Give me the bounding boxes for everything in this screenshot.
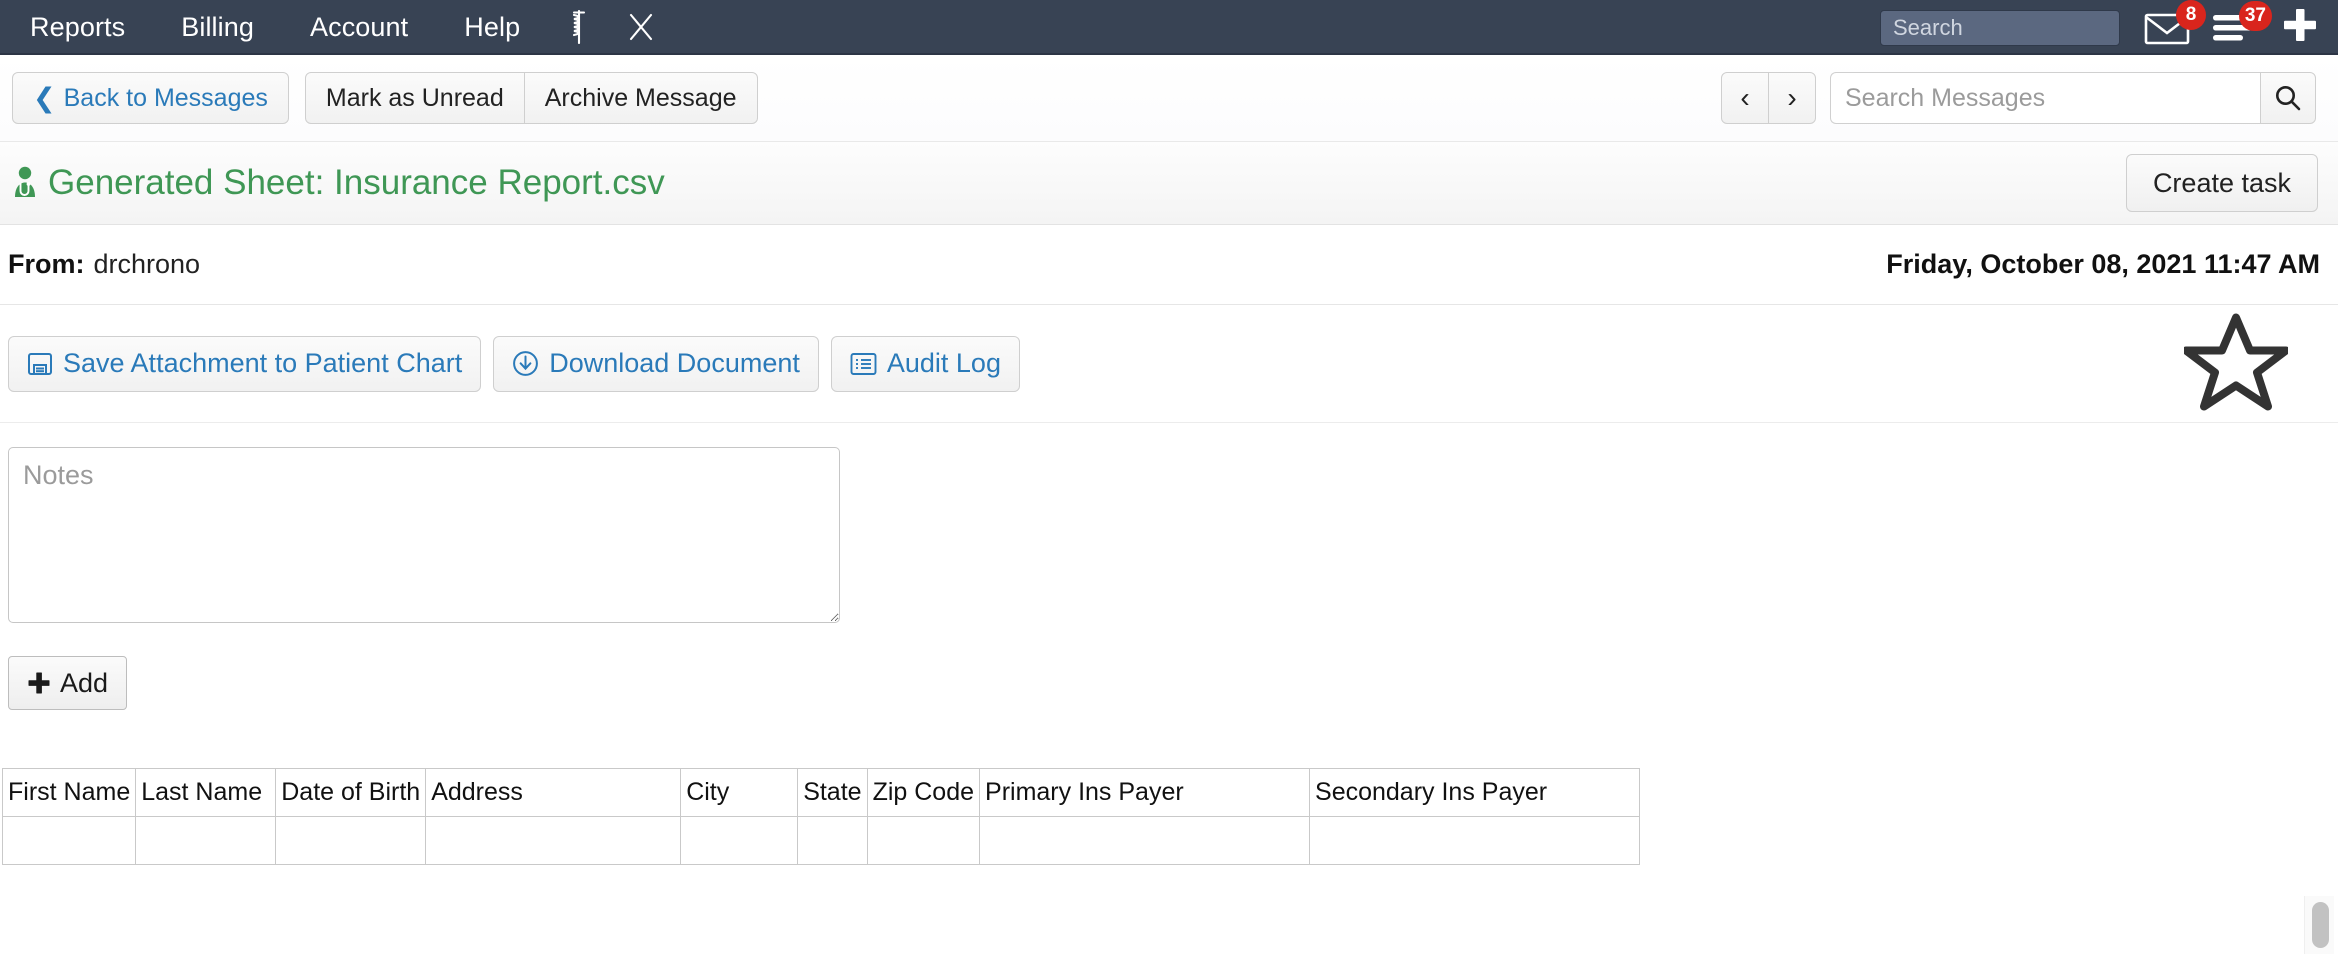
notes-section (0, 423, 2338, 623)
csv-column-header: City (680, 768, 799, 817)
add-note-label: Add (60, 667, 109, 698)
plus-icon (27, 671, 51, 695)
chevron-right-icon: › (1787, 82, 1797, 113)
message-meta-row: From: drchrono Friday, October 08, 2021 … (0, 225, 2338, 305)
plus-icon (2284, 9, 2316, 41)
chevron-left-icon: ‹ (1740, 82, 1750, 113)
document-title-strip: Generated Sheet: Insurance Report.csv Cr… (0, 141, 2338, 225)
archive-message-button[interactable]: Archive Message (523, 72, 758, 124)
csv-preview-table: First Name Last Name Date of Birth Address C… (1, 768, 1641, 865)
create-task-wrap: Create task (2125, 154, 2318, 212)
csv-column-header: Last Name (135, 768, 277, 817)
next-message-button[interactable]: › (1768, 72, 1816, 124)
csv-cell (425, 816, 682, 865)
csv-cell (1309, 816, 1641, 865)
nav-item-billing[interactable]: Billing (153, 0, 282, 53)
top-nav-items: Reports Billing Account Help (0, 0, 672, 53)
csv-column-header: State (797, 768, 868, 817)
csv-column-header: First Name (1, 768, 137, 817)
nav-item-help[interactable]: Help (436, 0, 548, 53)
add-note-wrap: Add (0, 623, 2338, 710)
plus-glyph-icon (28, 672, 50, 694)
search-messages-input[interactable] (1830, 72, 2260, 124)
from-label: From: (8, 249, 85, 279)
csv-column-header: Primary Ins Payer (979, 768, 1311, 817)
audit-log-button[interactable]: Audit Log (830, 335, 1020, 392)
message-pager: ‹ › (1721, 72, 1816, 124)
messages-inbox-button[interactable]: 8 (2144, 0, 2206, 45)
physician-icon-svg (15, 166, 35, 197)
notes-input[interactable] (8, 447, 840, 623)
document-title: Generated Sheet: Insurance Report.csv (48, 163, 665, 202)
save-floppy-icon (27, 351, 53, 377)
global-search-input[interactable] (1880, 9, 2120, 46)
csv-cell (979, 816, 1311, 865)
download-arrow-icon (513, 351, 539, 376)
nav-item-account[interactable]: Account (282, 0, 436, 53)
save-attachment-label: Save Attachment to Patient Chart (63, 348, 463, 378)
csv-cell (680, 816, 799, 865)
table-row (1, 816, 1641, 865)
toolbar-right-cluster: ‹ › (1721, 55, 2316, 141)
attachment-actions-row: Save Attachment to Patient Chart Downloa… (0, 305, 2338, 423)
top-navigation-bar: Reports Billing Account Help 8 (0, 0, 2338, 55)
save-attachment-to-patient-chart-button[interactable]: Save Attachment to Patient Chart (8, 335, 482, 392)
physician-icon (10, 166, 40, 200)
download-document-label: Download Document (549, 348, 800, 378)
back-to-messages-button[interactable]: ❮ Back to Messages (12, 72, 289, 124)
tasks-count-badge: 37 (2238, 0, 2272, 31)
nav-item-reports[interactable]: Reports (0, 0, 153, 53)
csv-cell (1, 816, 137, 865)
search-icon (2276, 86, 2301, 111)
page-scrollbar-thumb[interactable] (2312, 902, 2329, 948)
favorite-star-icon[interactable] (2182, 311, 2290, 416)
messages-unread-badge: 8 (2176, 0, 2206, 30)
csv-column-header: Address (425, 768, 682, 817)
audit-list-icon (850, 352, 877, 375)
download-circle-icon (512, 350, 539, 377)
csv-cell (135, 816, 277, 865)
from-value: drchrono (93, 249, 201, 279)
tasks-menu-button[interactable]: 37 (2212, 0, 2272, 44)
csv-column-header: Date of Birth (275, 768, 427, 817)
csv-table-body (1, 816, 1641, 865)
audit-log-label: Audit Log (886, 348, 1001, 378)
csv-preview-table-wrap: First Name Last Name Date of Birth Address C… (0, 768, 2338, 865)
previous-message-button[interactable]: ‹ (1721, 72, 1769, 124)
crossed-scalpels-icon[interactable] (610, 0, 672, 54)
csv-header-row: First Name Last Name Date of Birth Address C… (1, 768, 1641, 817)
back-to-messages-label: Back to Messages (63, 83, 268, 112)
csv-cell (866, 816, 981, 865)
csv-column-header: Secondary Ins Payer (1309, 768, 1641, 817)
csv-column-header: Zip Code (866, 768, 981, 817)
search-messages-button[interactable] (2260, 72, 2316, 124)
add-note-button[interactable]: Add (8, 656, 128, 710)
message-state-button-group: Mark as Unread Archive Message (304, 72, 758, 124)
csv-table-head: First Name Last Name Date of Birth Address C… (1, 768, 1641, 817)
csv-cell (275, 816, 427, 865)
top-nav-right-cluster: 8 37 (1880, 0, 2338, 55)
page-scrollbar[interactable] (2304, 896, 2334, 954)
chevron-left-icon: ❮ (33, 82, 56, 113)
floppy-disk-icon (28, 352, 52, 375)
caduceus-icon[interactable] (548, 0, 610, 54)
star-outline-icon (2182, 313, 2290, 410)
create-task-button[interactable]: Create task (2125, 154, 2318, 212)
message-timestamp: Friday, October 08, 2021 11:47 AM (1886, 249, 2320, 279)
download-document-button[interactable]: Download Document (493, 335, 819, 392)
list-table-icon (850, 352, 877, 376)
mark-as-unread-button[interactable]: Mark as Unread (304, 72, 525, 124)
message-toolbar: ❮ Back to Messages Mark as Unread Archiv… (0, 55, 2338, 141)
csv-cell (797, 816, 868, 865)
add-new-button[interactable] (2282, 7, 2318, 48)
